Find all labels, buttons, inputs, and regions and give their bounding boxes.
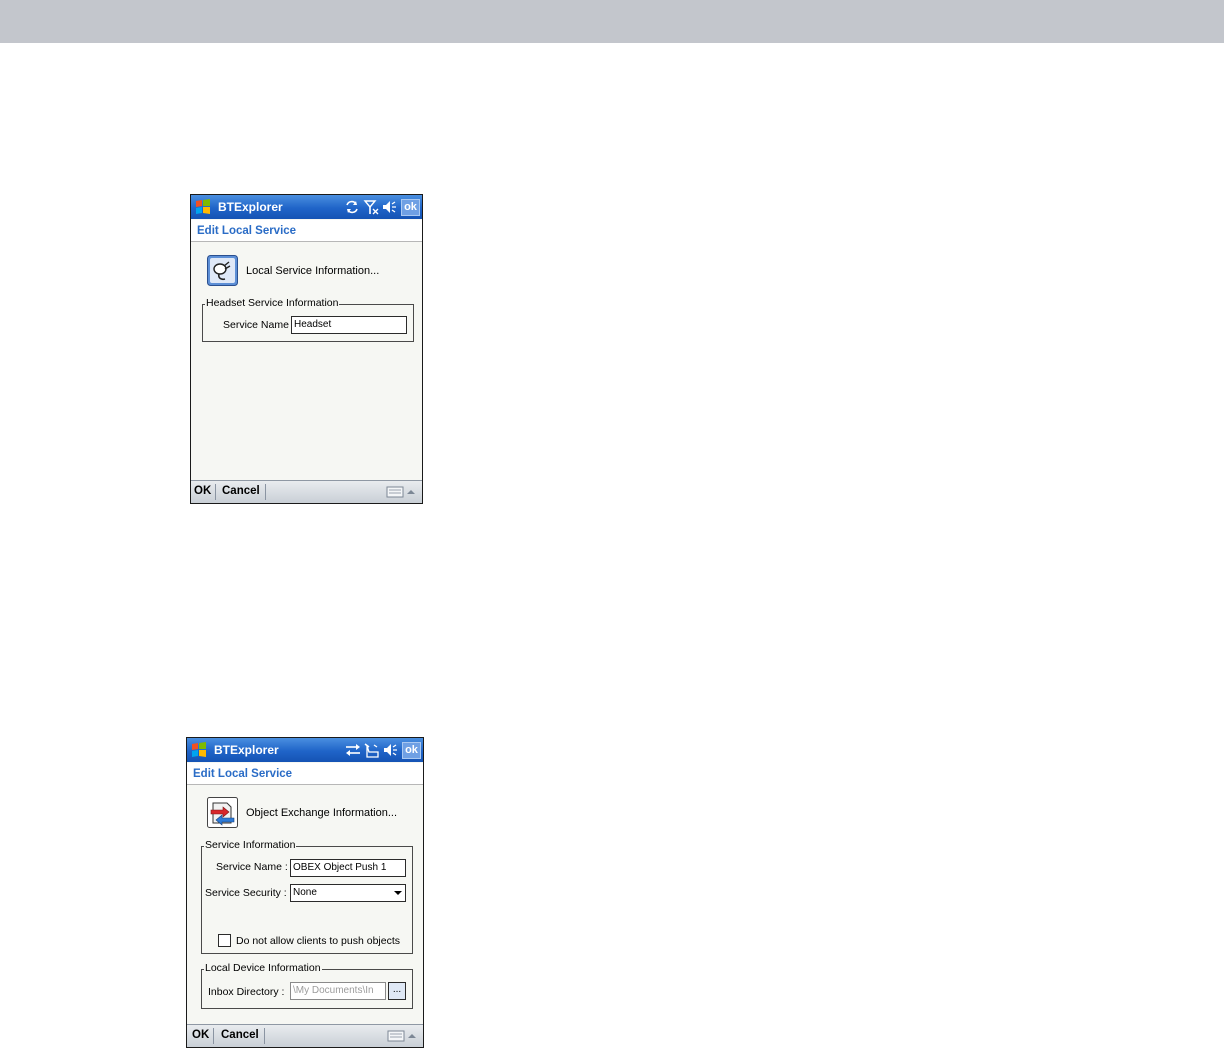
tray: ok <box>345 741 421 759</box>
headset-plug-icon <box>207 255 238 286</box>
inbox-directory-field[interactable]: \My Documents\In <box>290 982 386 1000</box>
menu-ok[interactable]: OK <box>194 485 211 497</box>
service-name-field[interactable]: Headset <box>291 316 407 334</box>
object-exchange-icon <box>207 797 238 828</box>
no-push-checkbox-label[interactable]: Do not allow clients to push objects <box>236 935 400 947</box>
no-push-checkbox[interactable] <box>218 934 231 947</box>
info-row: Local Service Information... <box>207 255 379 286</box>
keyboard-icon[interactable] <box>387 1029 417 1043</box>
menu-bar: OK Cancel <box>191 480 422 503</box>
volume-icon[interactable] <box>382 199 398 215</box>
service-name-field[interactable]: OBEX Object Push 1 <box>290 859 406 877</box>
menu-bar: OK Cancel <box>187 1024 423 1047</box>
menu-separator <box>265 484 266 500</box>
keyboard-icon[interactable] <box>386 485 416 499</box>
chevron-down-icon[interactable] <box>394 891 402 895</box>
signal-off-icon[interactable] <box>363 199 379 215</box>
info-text: Local Service Information... <box>246 264 380 277</box>
menu-cancel[interactable]: Cancel <box>221 1029 259 1041</box>
connectivity-icon[interactable] <box>345 742 361 758</box>
title-bar: BTExplorer ok <box>191 195 422 219</box>
service-information-group: Service Information Service Name : OBEX … <box>201 839 413 954</box>
app-title: BTExplorer <box>214 743 279 757</box>
info-row: Object Exchange Information... <box>207 797 397 828</box>
service-security-label: Service Security : <box>205 887 287 899</box>
tray: ok <box>344 198 420 216</box>
menu-separator <box>215 484 216 500</box>
app-title: BTExplorer <box>218 200 283 214</box>
windows-start-icon[interactable] <box>190 741 208 759</box>
local-device-group: Local Device Information Inbox Directory… <box>201 962 413 1009</box>
device-screen-obex: BTExplorer ok Edit Local Service Object … <box>186 737 424 1048</box>
browse-button[interactable]: ... <box>388 982 406 1000</box>
ok-button[interactable]: ok <box>401 198 420 216</box>
ok-button[interactable]: ok <box>402 741 421 759</box>
menu-separator <box>213 1028 214 1044</box>
top-band <box>0 0 1224 43</box>
page-title: Edit Local Service <box>187 763 423 785</box>
service-name-label: Service Name : <box>216 861 288 873</box>
group-legend: Local Device Information <box>204 962 322 974</box>
menu-separator <box>264 1028 265 1044</box>
info-text: Object Exchange Information... <box>246 806 398 819</box>
page-title: Edit Local Service <box>191 220 422 242</box>
service-security-select[interactable]: None <box>290 884 406 902</box>
inbox-directory-label: Inbox Directory : <box>208 986 285 998</box>
menu-cancel[interactable]: Cancel <box>222 485 260 497</box>
device-screen-headset: BTExplorer ok Edit Local Service Local S… <box>190 194 423 504</box>
sync-icon[interactable] <box>344 199 360 215</box>
headset-service-group: Headset Service Information Service Name… <box>202 297 414 342</box>
group-legend: Service Information <box>204 839 297 851</box>
service-security-value: None <box>293 887 317 898</box>
menu-ok[interactable]: OK <box>192 1029 209 1041</box>
title-bar: BTExplorer ok <box>187 738 423 762</box>
volume-icon[interactable] <box>383 742 399 758</box>
alarm-icon[interactable] <box>364 742 380 758</box>
group-legend: Headset Service Information <box>205 297 340 309</box>
service-name-label: Service Name <box>223 319 289 331</box>
windows-start-icon[interactable] <box>194 198 212 216</box>
